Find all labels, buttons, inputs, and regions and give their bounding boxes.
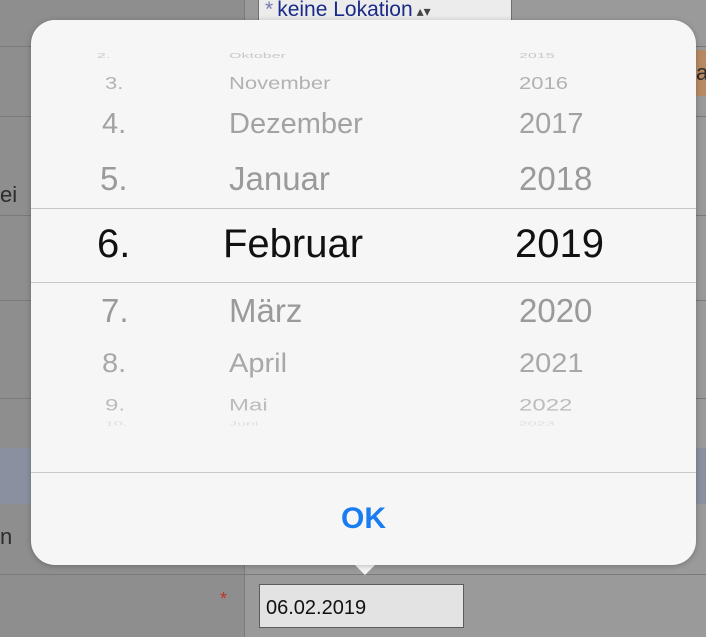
picker-day: 5. [100,160,128,197]
picker-year: 2018 [519,160,593,197]
picker-fade-bottom [31,412,696,452]
select-arrows-icon: ▴▾ [416,3,431,19]
picker-year-selected: 2019 [515,222,604,266]
label-fragment: a [696,60,706,85]
location-value: keine Lokation [277,0,413,21]
picker-day: 8. [102,349,127,379]
picker-month: Dezember [229,108,363,140]
label-fragment: n [0,524,13,549]
picker-day: 3. [105,73,124,93]
date-input[interactable]: 06.02.2019 [259,584,464,628]
picker-day: 2. [97,52,111,60]
picker-month-selected: Februar [223,222,364,266]
ok-button[interactable]: OK [31,473,696,565]
picker-month: April [229,349,288,379]
date-picker-wheel[interactable]: 2. Oktober 2015 3. November 2016 4. Deze… [31,20,696,472]
picker-month: März [229,292,303,329]
picker-fade-top [31,20,696,50]
date-picker-popover: 2. Oktober 2015 3. November 2016 4. Deze… [31,20,696,565]
picker-month: November [229,73,331,93]
selection-bottom-line [31,282,696,283]
picker-year: 2015 [519,52,555,60]
picker-day: 4. [102,108,127,140]
picker-month: Januar [229,160,330,197]
picker-day-selected: 6. [97,222,131,266]
picker-year: 2017 [519,108,584,140]
selection-top-line [31,208,696,209]
picker-day: 7. [101,292,129,329]
location-star: * [265,0,274,21]
picker-year: 2020 [519,292,593,329]
picker-year: 2021 [519,349,584,379]
picker-month: Oktober [229,52,286,60]
required-marker: * [220,589,228,609]
picker-year: 2016 [519,73,568,93]
label-fragment: ei [0,182,18,207]
